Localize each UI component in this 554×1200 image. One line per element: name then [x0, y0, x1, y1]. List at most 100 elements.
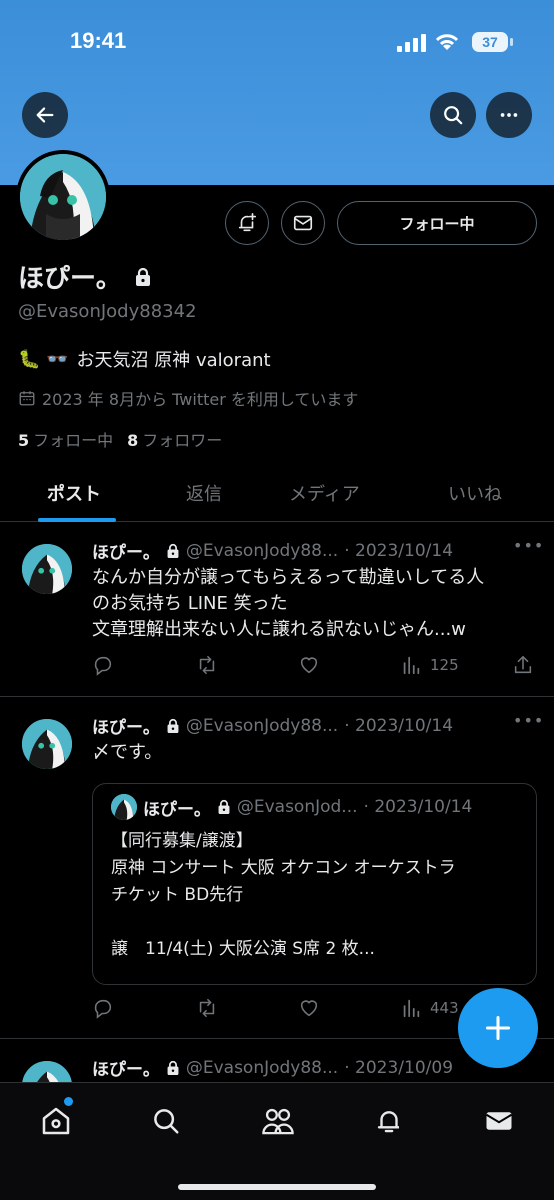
back-button[interactable] [22, 92, 68, 138]
post-author-name[interactable]: ほぴー。 [92, 538, 160, 563]
following-link[interactable]: 5 フォロー中 [18, 427, 113, 451]
quoted-author-name: ほぴー。 [143, 799, 211, 820]
search-button[interactable] [430, 92, 476, 138]
home-indicator [178, 1184, 376, 1190]
avatar-illustration [22, 544, 72, 594]
bio-text: お天気沼 原神 valorant [76, 350, 271, 371]
lock-icon [218, 800, 230, 814]
quoted-post-text: 【同行募集/譲渡】 原神 コンサート 大阪 オケコン オーケストラ チケット B… [111, 831, 456, 959]
nav-search[interactable] [146, 1101, 186, 1141]
share-icon [514, 655, 532, 674]
post-date[interactable]: · 2023/10/14 [344, 541, 453, 561]
compose-button[interactable] [458, 988, 538, 1068]
bio-emoji: 🐛 👓 [18, 348, 69, 370]
people-icon [262, 1108, 294, 1135]
retweet-button[interactable] [195, 997, 219, 1019]
post-author-name[interactable]: ほぴー。 [92, 713, 160, 738]
nav-messages[interactable] [479, 1101, 519, 1141]
post-header: ほぴー。 @EvasonJody88... · 2023/10/14 [92, 538, 453, 564]
mail-icon [293, 215, 313, 231]
battery-indicator: 37 [472, 32, 508, 52]
quoted-post-avatar [111, 794, 137, 820]
profile-display-name: ほぴー。 [18, 264, 122, 294]
views-icon [403, 656, 420, 675]
more-button[interactable] [486, 92, 532, 138]
profile-tabs: ポスト 返信 メディア いいね [0, 470, 554, 522]
post-text: なんか自分が譲ってもらえるって勘違いしてる人 のお気持ち LINE 笑った 文章… [92, 567, 485, 640]
nav-communities[interactable] [258, 1101, 298, 1141]
lock-icon [167, 718, 179, 733]
post[interactable]: ほぴー。 @EvasonJody88... · 2023/10/14 ••• な… [0, 522, 554, 697]
status-bar: 19:41 37 [0, 22, 554, 62]
calendar-icon [19, 391, 35, 406]
nav-home[interactable] [36, 1101, 76, 1141]
joined-text: 2023 年 8月から Twitter を利用しています [42, 390, 359, 409]
quoted-post[interactable]: ほぴー。 @EvasonJod... · 2023/10/14 【同行募集/譲渡… [92, 783, 537, 985]
wifi-icon [435, 34, 459, 50]
like-icon [300, 657, 318, 674]
following-button[interactable]: フォロー中 [337, 201, 537, 245]
like-button[interactable] [298, 654, 320, 676]
post-author-handle[interactable]: @EvasonJody88... [186, 541, 338, 561]
post-more-icon[interactable]: ••• [513, 536, 544, 555]
tab-posts[interactable]: ポスト [47, 480, 101, 506]
post-actions: 125 [92, 654, 537, 680]
bell-icon [377, 1111, 399, 1133]
reply-button[interactable] [92, 997, 114, 1019]
avatar-illustration [22, 719, 72, 769]
post[interactable]: ほぴー。 @EvasonJody88... · 2023/10/14 ••• 〆… [0, 697, 554, 1039]
post-date[interactable]: · 2023/10/09 [344, 1058, 453, 1078]
tab-likes[interactable]: いいね [448, 480, 502, 506]
status-time: 19:41 [70, 28, 127, 53]
retweet-button[interactable] [195, 654, 219, 676]
post-author-handle[interactable]: @EvasonJody88... [186, 716, 338, 736]
avatar-illustration [20, 154, 106, 240]
followers-link[interactable]: 8 フォロワー [127, 427, 222, 451]
post-date[interactable]: · 2023/10/14 [344, 716, 453, 736]
post-avatar[interactable] [22, 719, 72, 769]
views-count: 443 [430, 999, 459, 1017]
reply-icon [94, 656, 112, 676]
post-avatar[interactable] [22, 544, 72, 594]
profile-bio: 🐛 👓 お天気沼 原神 valorant [18, 346, 271, 372]
post-author-handle[interactable]: @EvasonJody88... [186, 1058, 338, 1078]
more-icon [500, 113, 518, 117]
post-header: ほぴー。 @EvasonJody88... · 2023/10/09 [92, 1055, 453, 1081]
views-button[interactable]: 125 [400, 654, 459, 676]
tab-replies[interactable]: 返信 [186, 480, 222, 506]
profile-avatar[interactable] [16, 150, 110, 244]
post-more-icon[interactable]: ••• [513, 711, 544, 730]
notification-subscribe-button[interactable] [225, 201, 269, 245]
post-avatar[interactable] [22, 1061, 72, 1082]
views-button[interactable]: 443 [400, 997, 459, 1019]
retweet-icon [199, 998, 215, 1018]
quoted-post-header: ほぴー。 @EvasonJod... · 2023/10/14 [111, 794, 472, 820]
views-count: 125 [430, 656, 459, 674]
envelope-icon [485, 1112, 513, 1130]
bell-plus-icon [238, 213, 257, 232]
like-icon [300, 1000, 318, 1017]
retweet-icon [199, 655, 215, 675]
like-button[interactable] [298, 997, 320, 1019]
post-author-name[interactable]: ほぴー。 [92, 1055, 160, 1080]
quoted-post-date: · 2023/10/14 [363, 797, 473, 817]
share-button[interactable] [512, 654, 534, 676]
reply-button[interactable] [92, 654, 114, 676]
profile-name-row: ほぴー。 [18, 258, 152, 295]
tab-media[interactable]: メディア [289, 480, 360, 506]
profile-handle: @EvasonJody88342 [18, 301, 197, 322]
follow-counts: 5 フォロー中 8 フォロワー [18, 427, 222, 451]
lock-icon [167, 1060, 179, 1075]
back-arrow-icon [36, 107, 54, 123]
views-icon [403, 999, 420, 1018]
signal-icon [397, 34, 426, 52]
post-header: ほぴー。 @EvasonJody88... · 2023/10/14 [92, 713, 453, 739]
search-icon [444, 106, 463, 125]
message-button[interactable] [281, 201, 325, 245]
lock-icon [167, 543, 179, 558]
reply-icon [94, 999, 112, 1019]
home-notification-dot [64, 1097, 73, 1106]
lock-icon [135, 267, 150, 286]
battery-tip [510, 38, 513, 46]
nav-notifications[interactable] [369, 1101, 409, 1141]
